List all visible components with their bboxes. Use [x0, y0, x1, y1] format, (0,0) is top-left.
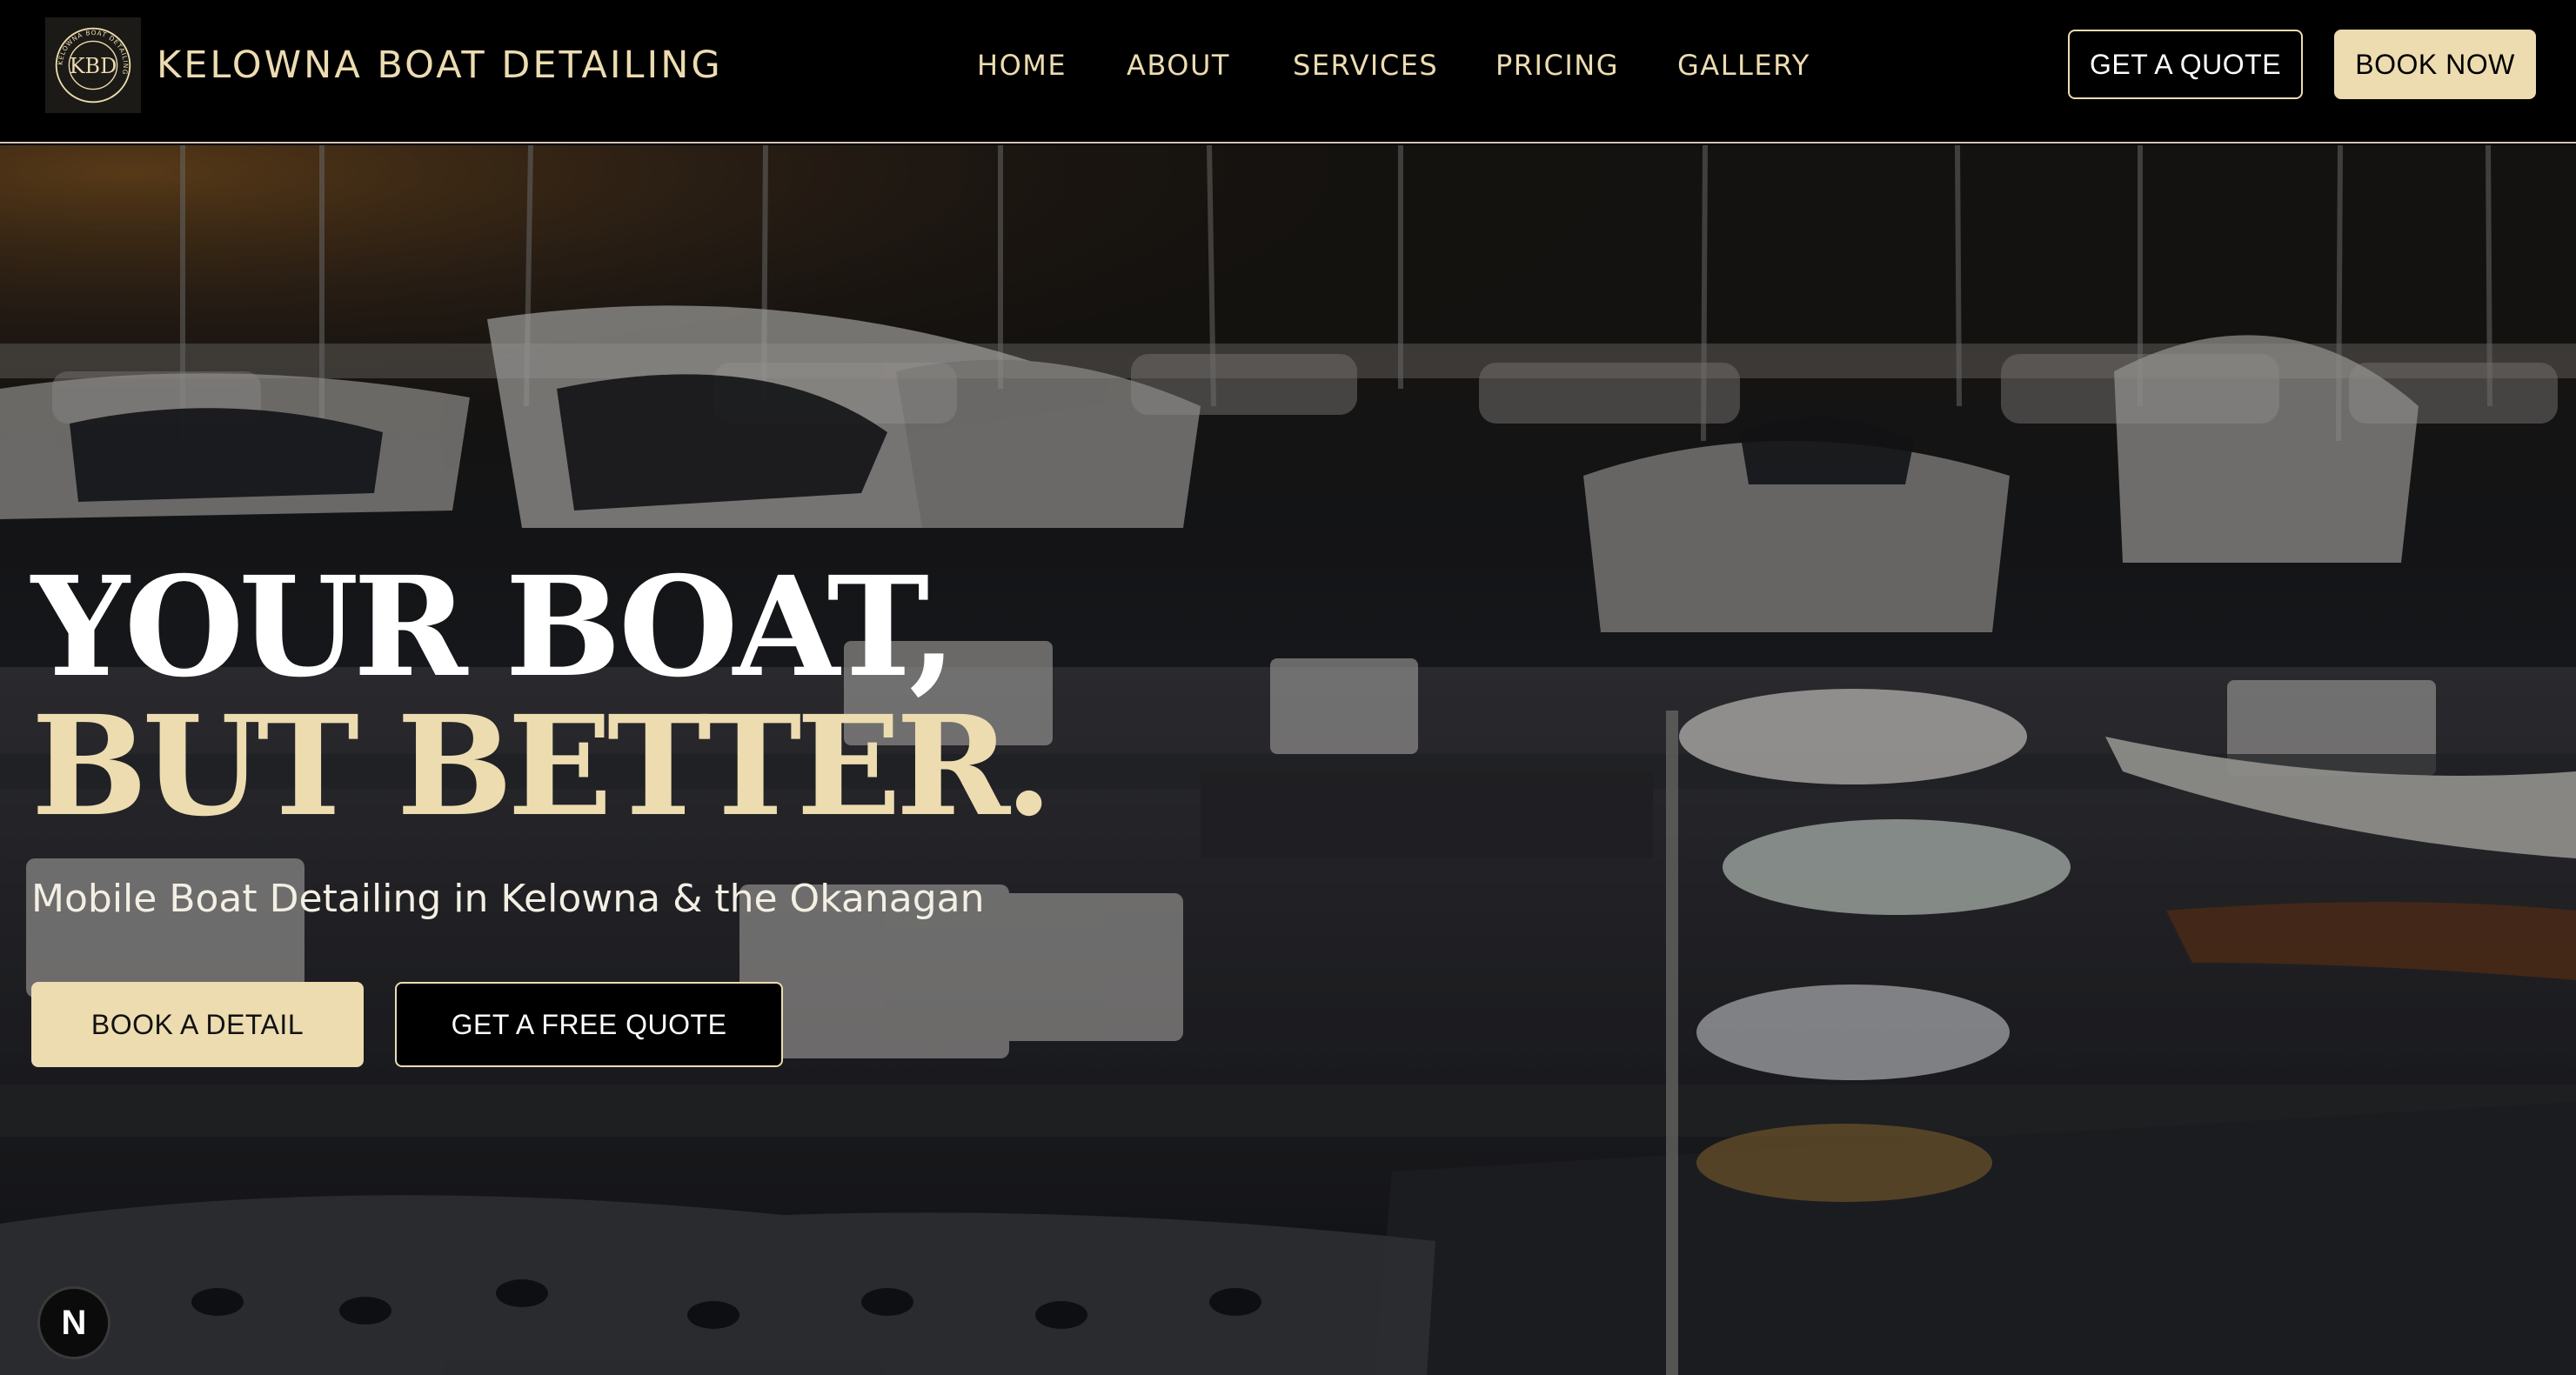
- nav-home[interactable]: HOME: [977, 45, 1067, 85]
- nav-about[interactable]: ABOUT: [1127, 45, 1230, 85]
- logo[interactable]: KELOWNA BOAT DETAILING KBD: [45, 17, 141, 113]
- get-a-quote-button[interactable]: GET A QUOTE: [2068, 30, 2303, 99]
- boat-detailing-seal-logo-icon: KELOWNA BOAT DETAILING KBD: [55, 27, 131, 103]
- nav-gallery[interactable]: GALLERY: [1677, 45, 1810, 85]
- nav-pricing[interactable]: PRICING: [1495, 45, 1619, 85]
- book-now-button[interactable]: BOOK NOW: [2334, 30, 2536, 99]
- nav-services[interactable]: SERVICES: [1293, 45, 1438, 85]
- hero-headline-line-1: YOUR BOAT,: [31, 547, 957, 708]
- hero-subtitle: Mobile Boat Detailing in Kelowna & the O…: [31, 877, 985, 921]
- nextjs-dev-badge[interactable]: N: [37, 1286, 110, 1359]
- hero-section: YOUR BOAT, BUT BETTER. Mobile Boat Detai…: [0, 145, 2576, 1375]
- brand-name[interactable]: KELOWNA BOAT DETAILING: [157, 40, 723, 90]
- get-a-free-quote-button[interactable]: GET A FREE QUOTE: [395, 982, 783, 1067]
- logo-monogram: KBD: [70, 54, 117, 78]
- book-a-detail-button[interactable]: BOOK A DETAIL: [31, 982, 364, 1067]
- hero-headline-line-2: BUT BETTER.: [31, 686, 1053, 847]
- site-header: KELOWNA BOAT DETAILING KBD KELOWNA BOAT …: [0, 0, 2576, 144]
- nextjs-icon: N: [61, 1303, 87, 1342]
